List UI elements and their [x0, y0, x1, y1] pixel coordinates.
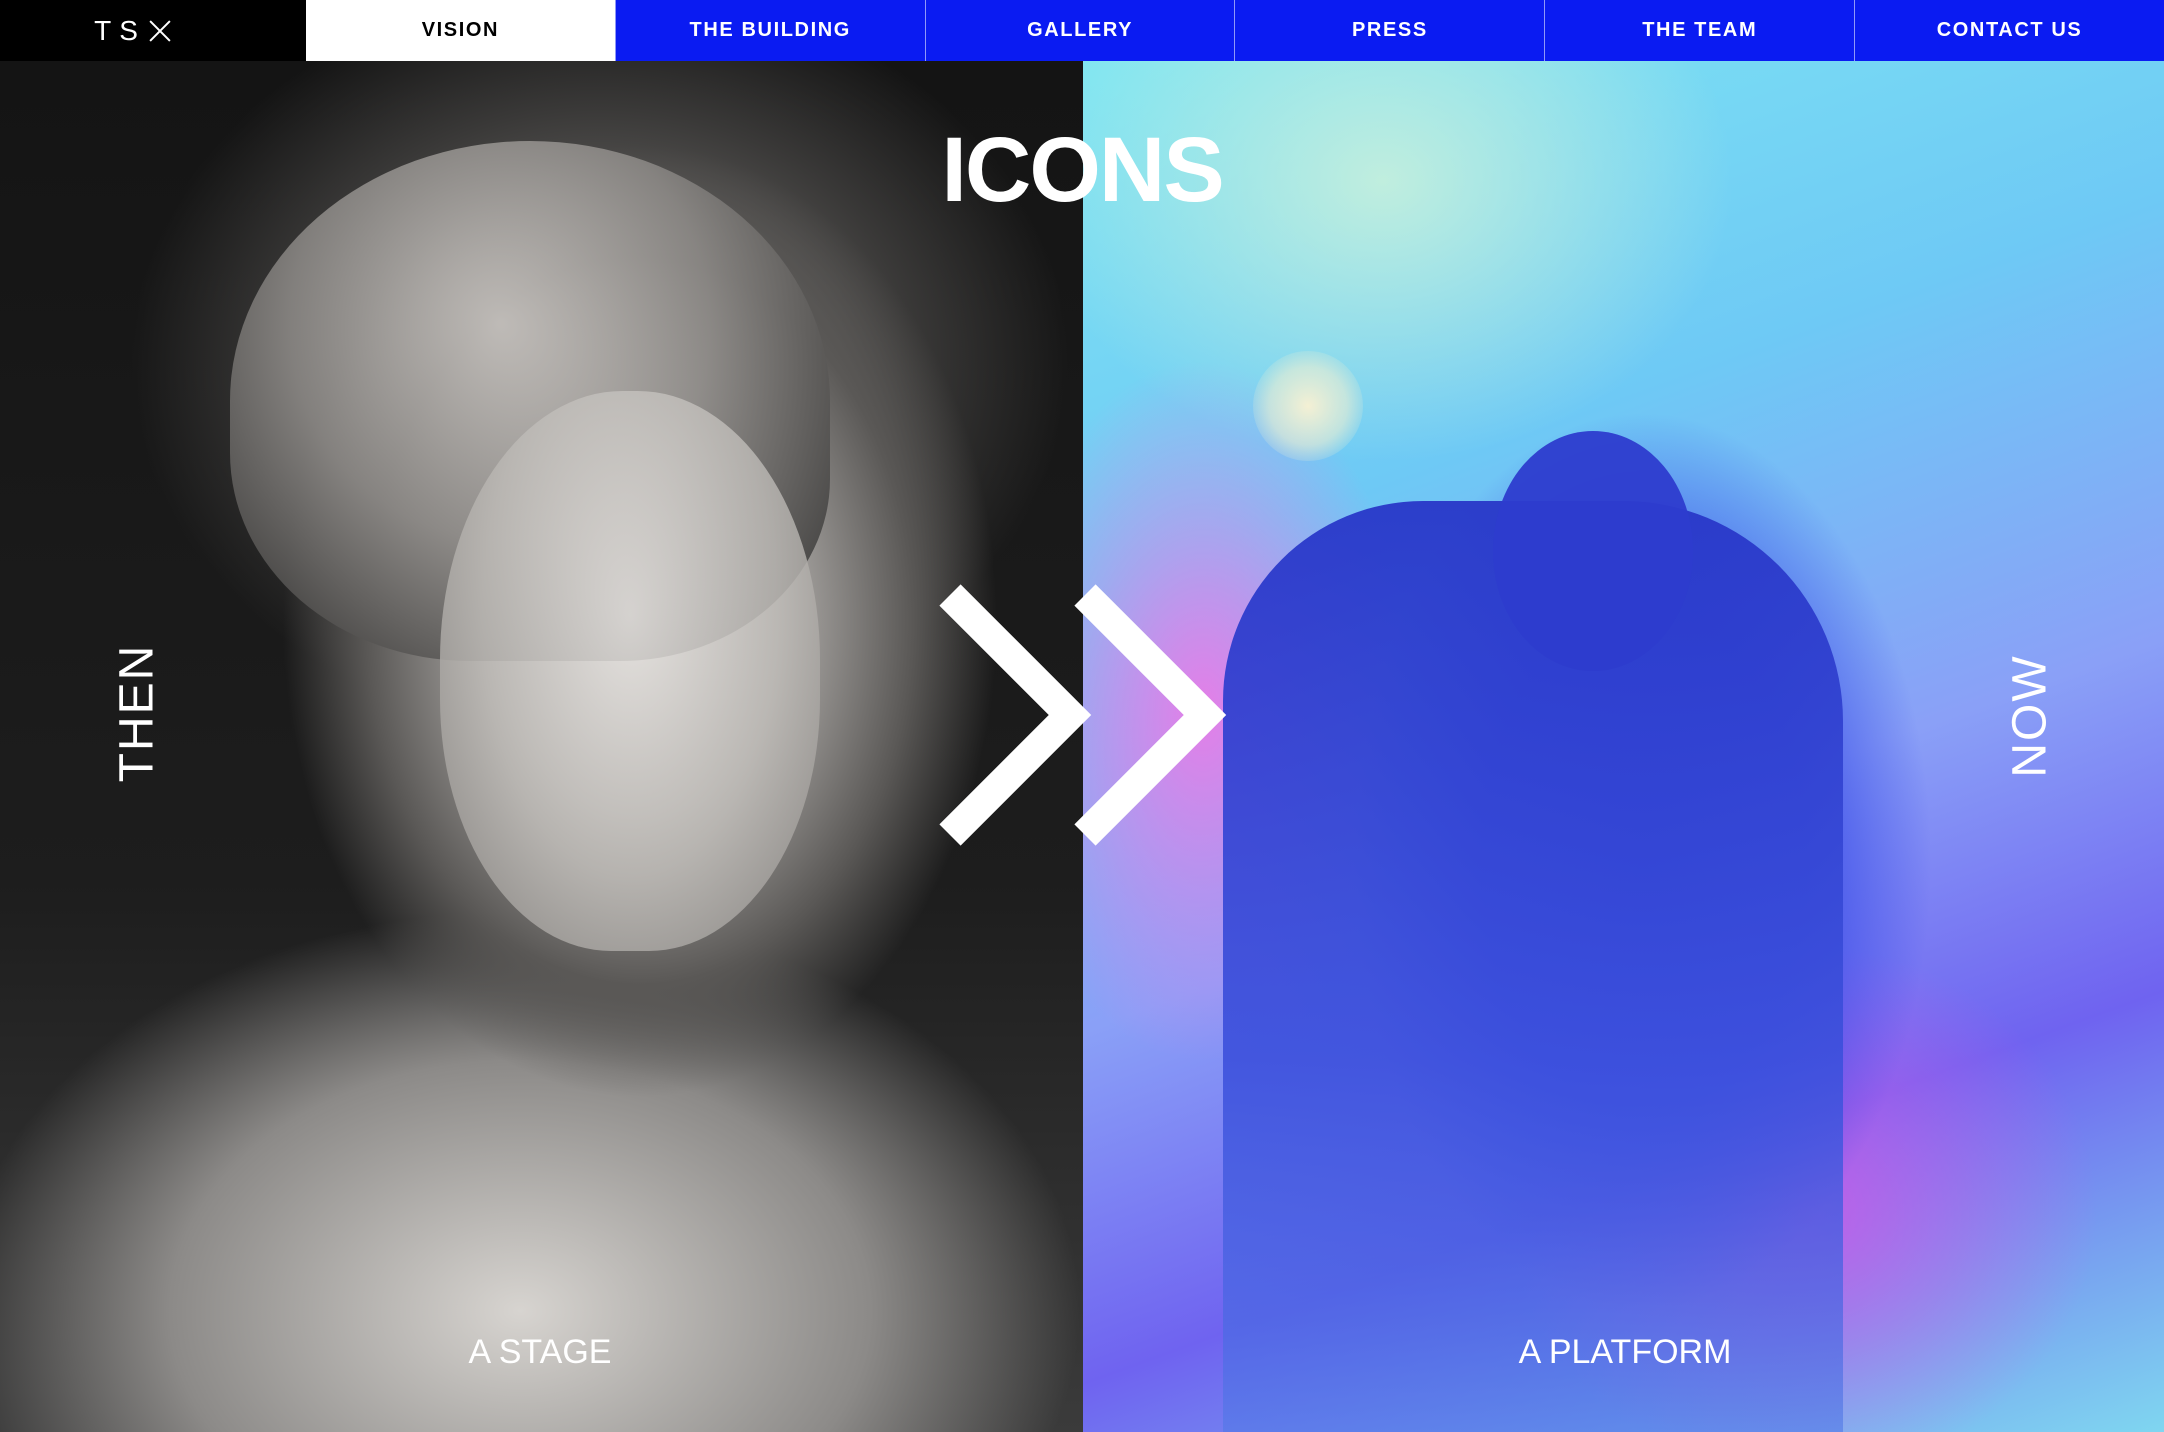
tsx-logo[interactable]: TS [0, 0, 306, 61]
nav-item-contact-us[interactable]: CONTACT US [1854, 0, 2164, 61]
nav-item-gallery[interactable]: GALLERY [924, 0, 1235, 61]
platform-caption: A PLATFORM [1518, 1333, 1732, 1371]
stage-caption: A STAGE [468, 1333, 612, 1371]
nav-item-vision[interactable]: VISION [306, 0, 615, 61]
nav-item-the-building[interactable]: THE BUILDING [614, 0, 925, 61]
logo-text: TS [94, 14, 146, 46]
nav-item-press[interactable]: PRESS [1234, 0, 1545, 61]
hero-title: ICONS [941, 119, 1224, 221]
then-label: THEN [110, 643, 164, 783]
nav-item-the-team[interactable]: THE TEAM [1544, 0, 1855, 61]
performer-silhouette-head [1493, 431, 1693, 671]
double-chevron-right-icon[interactable] [930, 575, 1230, 855]
portrait-face-shape [440, 391, 820, 951]
logo-x-icon [148, 19, 172, 43]
now-label: NOW [2003, 654, 2057, 778]
top-navigation: TS VISION THE BUILDING GALLERY PRESS THE… [0, 0, 2164, 61]
stage-spotlight [1253, 351, 1363, 461]
